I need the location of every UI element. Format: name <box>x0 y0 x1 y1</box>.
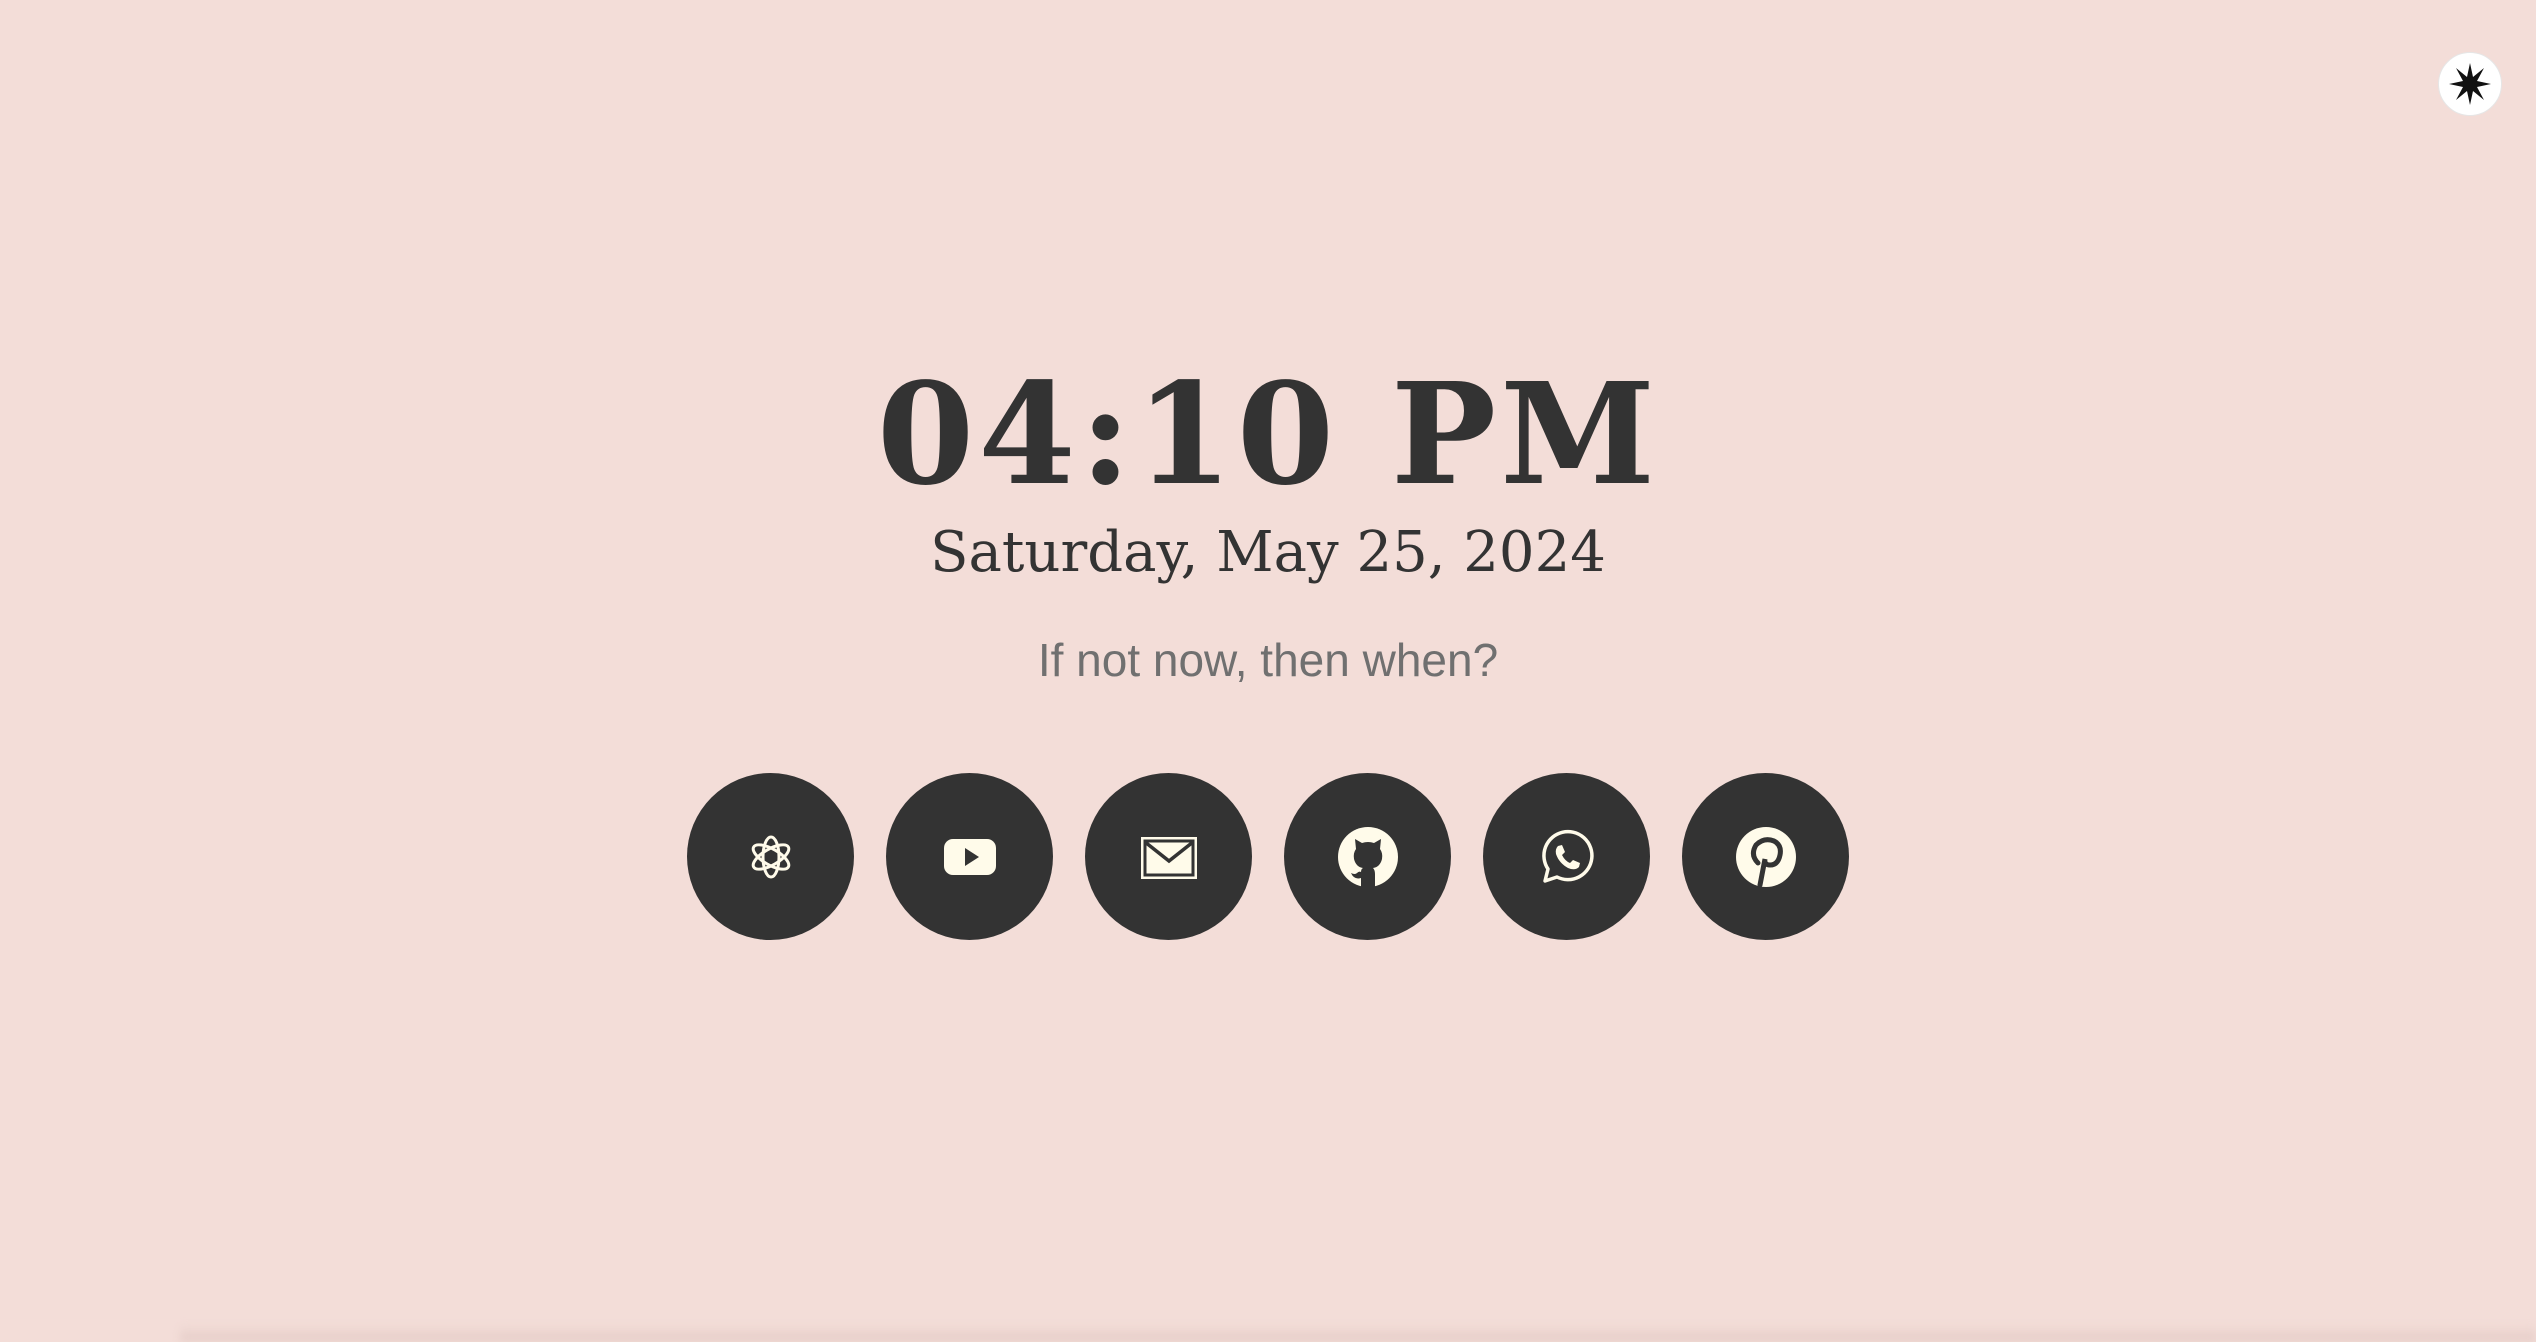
quick-links <box>0 773 2536 940</box>
gmail-link[interactable] <box>1085 773 1252 940</box>
clock-date: Saturday, May 25, 2024 <box>930 520 1606 585</box>
openai-icon <box>751 835 790 878</box>
asterisk-star-icon <box>2449 63 2491 105</box>
pinterest-icon <box>1735 826 1796 887</box>
mail-icon <box>1140 836 1197 879</box>
clock-time: 04:10 PM <box>876 353 1660 517</box>
clock-widget: 04:10 PM Saturday, May 25, 2024 If not n… <box>0 360 2536 690</box>
youtube-link[interactable] <box>886 773 1053 940</box>
settings-button[interactable] <box>2438 52 2502 116</box>
chatgpt-link[interactable] <box>687 773 854 940</box>
motivational-quote: If not now, then when? <box>1037 634 1499 686</box>
github-icon <box>1337 826 1398 887</box>
whatsapp-link[interactable] <box>1483 773 1650 940</box>
whatsapp-icon <box>1541 829 1594 883</box>
bottom-shadow <box>180 1324 2536 1342</box>
pinterest-link[interactable] <box>1682 773 1849 940</box>
youtube-icon <box>943 838 996 875</box>
github-link[interactable] <box>1284 773 1451 940</box>
